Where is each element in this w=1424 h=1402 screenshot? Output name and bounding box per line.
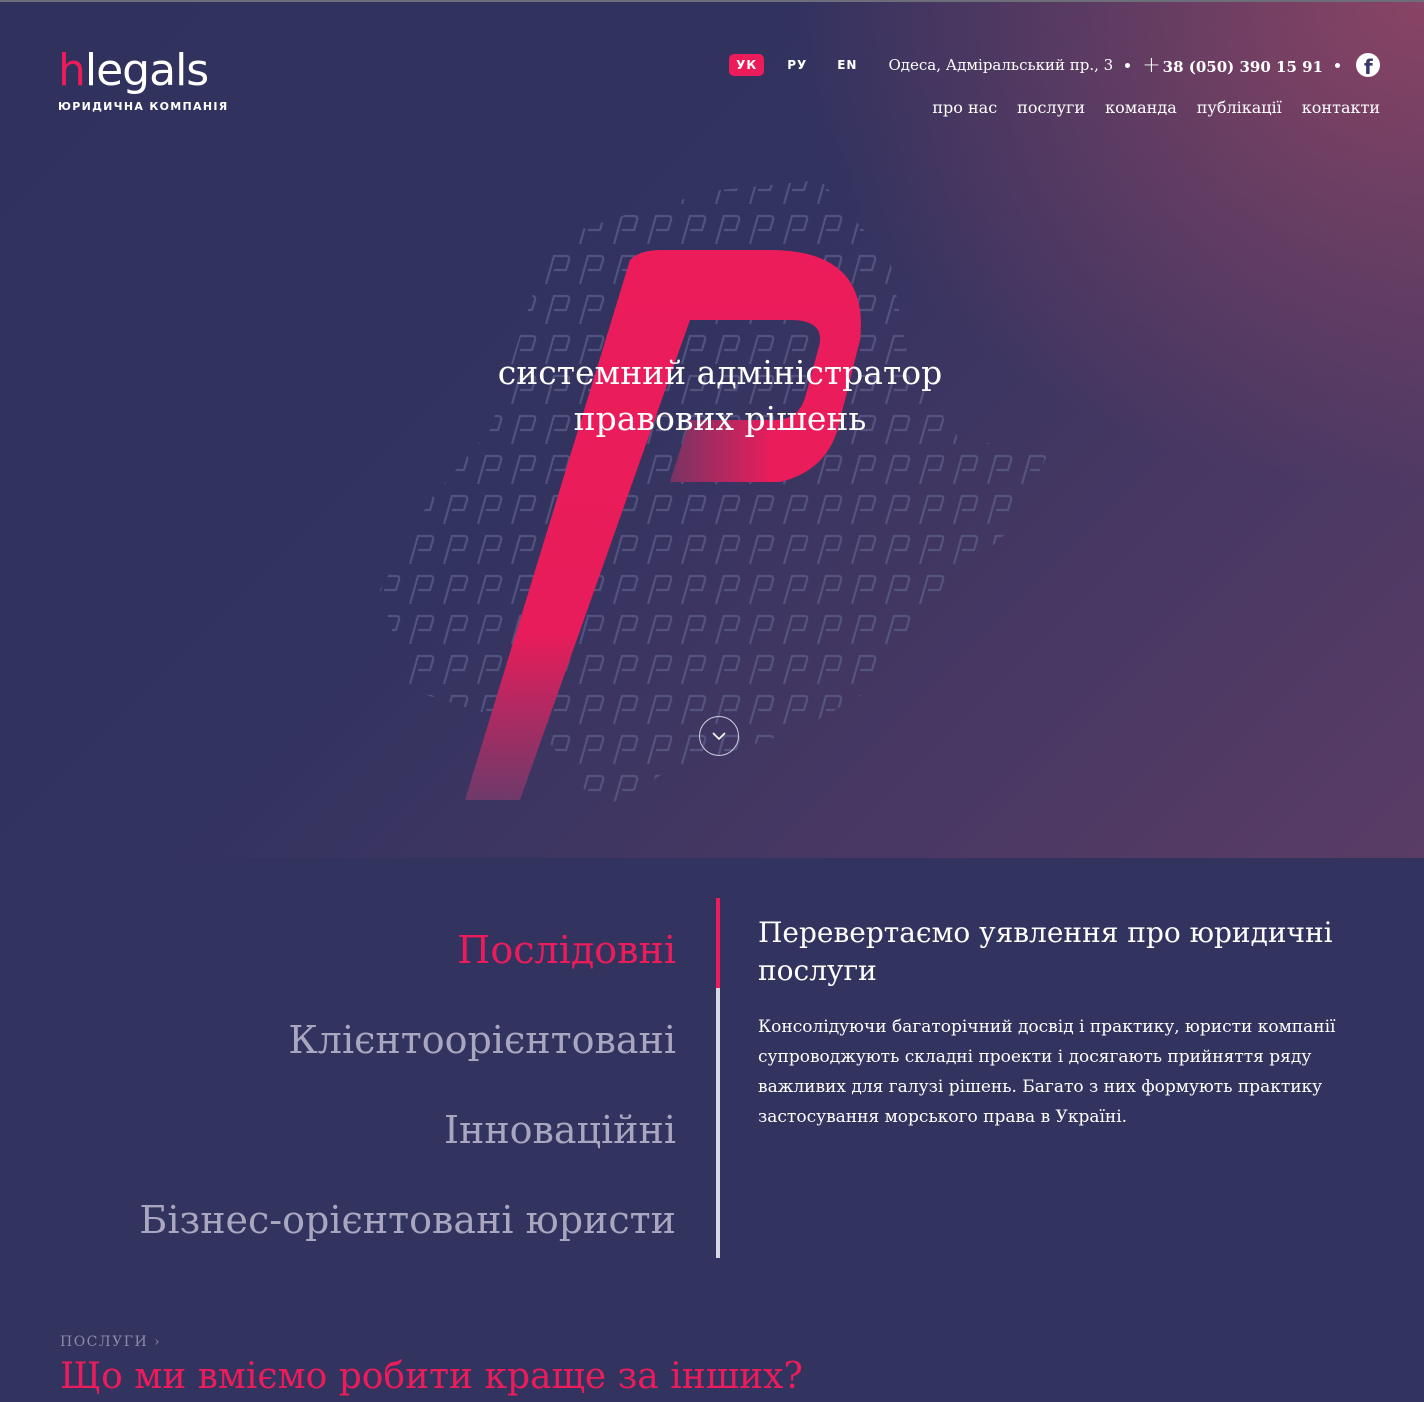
- main-nav: про нас послуги команда публікації конта…: [932, 98, 1380, 117]
- nav-item-team[interactable]: команда: [1105, 98, 1177, 117]
- about-title: Перевертаємо уявлення про юридичні послу…: [758, 916, 1333, 987]
- quality-item-consistent[interactable]: Послідовні: [139, 905, 676, 995]
- quality-item-client-oriented[interactable]: Клієнтоорієнтовані: [139, 995, 676, 1085]
- facebook-icon[interactable]: f: [1356, 53, 1380, 79]
- separator-dot: [1125, 62, 1131, 68]
- tagline-line-2: правових рішень: [573, 399, 867, 438]
- phone-link[interactable]: +38 (050) 390 15 91: [1142, 53, 1323, 78]
- lang-ru[interactable]: РУ: [780, 54, 814, 76]
- nav-item-publications[interactable]: публікації: [1197, 98, 1282, 117]
- address: Одеса, Адміральський пр., 3: [888, 56, 1114, 74]
- services-label: ПОСЛУГИ: [60, 1334, 149, 1350]
- top-bar: УК РУ EN Одеса, Адміральський пр., 3 +38…: [729, 52, 1380, 79]
- logo-letter-h: h: [58, 45, 86, 96]
- chevron-down-icon: [712, 732, 726, 741]
- tagline-line-1: системний адміністратор: [497, 353, 943, 392]
- services-breadcrumb[interactable]: ПОСЛУГИ ›: [60, 1334, 161, 1350]
- scroll-down-button[interactable]: [699, 716, 739, 756]
- phone-plus: +: [1142, 52, 1161, 78]
- logo-wordmark: hlegals: [58, 46, 229, 96]
- lang-uk[interactable]: УК: [729, 54, 765, 76]
- phone-number: 38 (050) 390 15 91: [1162, 57, 1323, 76]
- chevron-right-icon: ›: [154, 1334, 162, 1350]
- hero-tagline: системний адміністратор правових рішень: [412, 350, 1028, 442]
- quality-item-business-oriented[interactable]: Бізнес-орієнтовані юристи: [139, 1175, 676, 1265]
- separator-dot: [1335, 62, 1340, 68]
- logo-word-legals: legals: [84, 45, 209, 96]
- qualities-divider-active: [716, 898, 720, 988]
- logo-subtitle: ЮРИДИЧНА КОМПАНІЯ: [58, 100, 229, 113]
- lang-en[interactable]: EN: [830, 54, 864, 76]
- logo[interactable]: hlegals ЮРИДИЧНА КОМПАНІЯ: [58, 46, 229, 114]
- nav-item-services[interactable]: послуги: [1017, 98, 1085, 117]
- about-text: Консолідуючи багаторічний досвід і практ…: [758, 1017, 1336, 1127]
- nav-item-contacts[interactable]: контакти: [1302, 98, 1380, 117]
- qualities-list: Послідовні Клієнтоорієнтовані Інноваційн…: [139, 905, 676, 1265]
- quality-item-innovative[interactable]: Інноваційні: [139, 1085, 676, 1175]
- nav-item-about[interactable]: про нас: [932, 98, 997, 117]
- services-title: Що ми вміємо робити краще за інших?: [60, 1356, 803, 1397]
